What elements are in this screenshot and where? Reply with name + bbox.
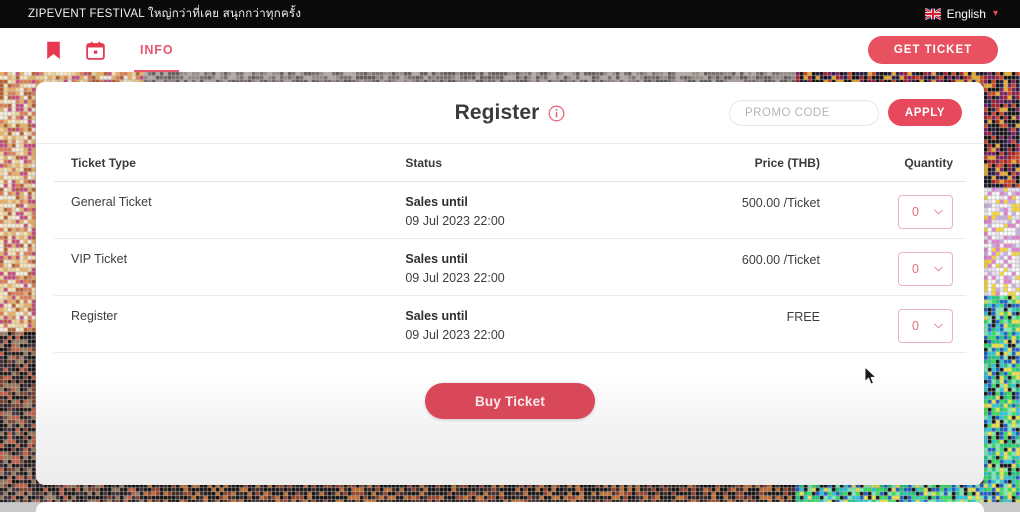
- tab-active-underline: [134, 69, 180, 72]
- bookmark-button[interactable]: [36, 33, 70, 67]
- table-row: VIP Ticket Sales until 09 Jul 2023 22:00…: [54, 239, 966, 296]
- buy-ticket-button[interactable]: Buy Ticket: [425, 383, 595, 419]
- col-header-quantity: Quantity: [904, 155, 953, 170]
- top-bar: ZIPEVENT FESTIVAL ใหญ่กว่าที่เคย สนุกกว่…: [0, 0, 1020, 28]
- ticket-price: FREE: [786, 310, 820, 324]
- apply-promo-button[interactable]: APPLY: [888, 99, 962, 126]
- status-label: Sales until: [405, 309, 468, 323]
- calendar-icon: [85, 41, 105, 60]
- table-row: Register Sales until 09 Jul 2023 22:00 F…: [54, 296, 966, 353]
- quantity-value: 0: [912, 205, 919, 219]
- chevron-down-icon: ▾: [992, 8, 998, 19]
- nav-bar: INFO GET TICKET: [0, 28, 1020, 72]
- tab-info[interactable]: INFO: [134, 28, 180, 72]
- promo-code-input[interactable]: [729, 99, 879, 126]
- bookmark-icon: [46, 41, 60, 59]
- chevron-down-icon: [934, 209, 943, 215]
- event-title: ZIPEVENT FESTIVAL ใหญ่กว่าที่เคย สนุกกว่…: [28, 8, 302, 20]
- status-date: 09 Jul 2023 22:00: [405, 328, 505, 342]
- table-row: General Ticket Sales until 09 Jul 2023 2…: [54, 182, 966, 239]
- col-header-price: Price (THB): [754, 155, 820, 170]
- buy-ticket-row: Buy Ticket: [36, 353, 984, 419]
- language-label: English: [946, 7, 986, 21]
- status-label: Sales until: [405, 195, 468, 209]
- register-card: Register APPLY Ticket Type Status Price …: [36, 82, 984, 485]
- ticket-type-label: VIP Ticket: [71, 252, 128, 266]
- ticket-table: Ticket Type Status Price (THB) Quantity …: [36, 144, 984, 353]
- status-label: Sales until: [405, 252, 468, 266]
- ticket-type-label: General Ticket: [71, 195, 152, 209]
- quantity-select[interactable]: 0: [898, 252, 953, 286]
- tab-info-label: INFO: [140, 43, 174, 57]
- quantity-value: 0: [912, 262, 919, 276]
- info-circle-icon[interactable]: [548, 105, 565, 122]
- ticket-price: 500.00 /Ticket: [741, 196, 820, 210]
- status-date: 09 Jul 2023 22:00: [405, 214, 505, 228]
- chevron-down-icon: [934, 323, 943, 329]
- card-header: Register APPLY: [36, 82, 984, 144]
- ticket-price: 600.00 /Ticket: [741, 253, 820, 267]
- language-selector[interactable]: English ▾: [924, 7, 998, 21]
- status-date: 09 Jul 2023 22:00: [405, 271, 505, 285]
- calendar-button[interactable]: [78, 33, 112, 67]
- col-header-status: Status: [405, 155, 443, 170]
- col-header-ticket-type: Ticket Type: [71, 155, 136, 170]
- promo-code-group: APPLY: [729, 99, 962, 126]
- uk-flag-icon: [924, 8, 941, 20]
- get-ticket-button[interactable]: GET TICKET: [868, 36, 998, 64]
- quantity-select[interactable]: 0: [898, 195, 953, 229]
- quantity-select[interactable]: 0: [898, 309, 953, 343]
- chevron-down-icon: [934, 266, 943, 272]
- page-title: Register: [454, 101, 540, 124]
- ticket-type-label: Register: [71, 309, 118, 323]
- quantity-value: 0: [912, 319, 919, 333]
- table-header-row: Ticket Type Status Price (THB) Quantity: [54, 144, 966, 182]
- next-section-card: [36, 502, 984, 512]
